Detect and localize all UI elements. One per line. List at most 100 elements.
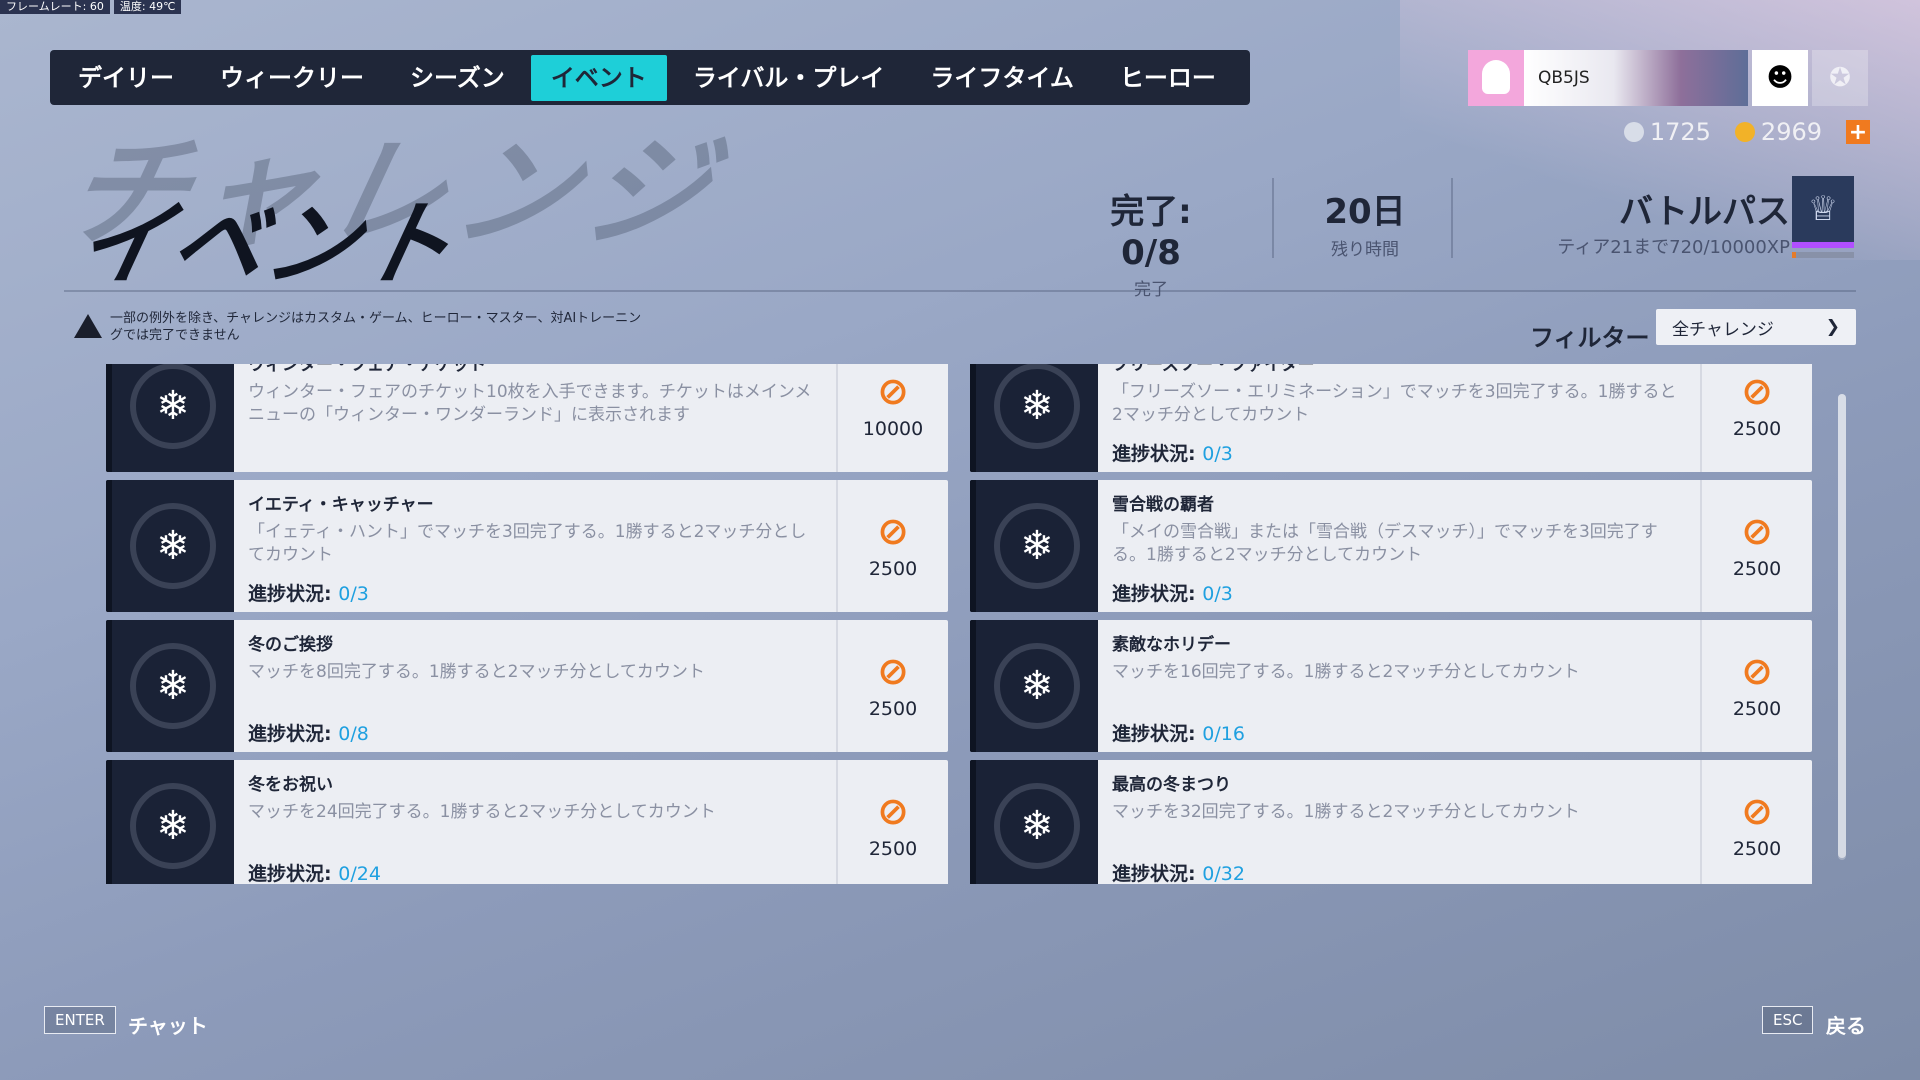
time-remaining-label: 残り時間	[1331, 240, 1399, 260]
temperature-readout: 温度: 49℃	[113, 0, 182, 14]
challenge-reward: ⊘ 10000	[836, 364, 948, 472]
esc-key[interactable]: ESC	[1762, 1006, 1814, 1034]
challenge-body: 素敵なホリデー マッチを16回完了する。1勝すると2マッチ分としてカウント 進捗状況…	[1098, 620, 1700, 752]
progress-label: 進捗状況:	[248, 583, 332, 605]
challenge-title: 素敵なホリデー	[1112, 635, 1231, 655]
reward-value: 2500	[1732, 418, 1782, 440]
progress-label: 進捗状況:	[1112, 583, 1196, 605]
challenge-title: ウィンター・フェア・チケット	[248, 364, 486, 375]
challenge-title: 冬のご挨拶	[248, 635, 333, 655]
time-remaining-stat: 20日 残り時間	[1310, 184, 1420, 260]
challenge-card[interactable]: ❄ 冬をお祝い マッチを24回完了する。1勝すると2マッチ分としてカウント 進捗状況:…	[106, 760, 948, 884]
challenge-card[interactable]: ❄ 最高の冬まつり マッチを32回完了する。1勝すると2マッチ分としてカウント 進捗状…	[970, 760, 1812, 884]
tab-hero[interactable]: ヒーロー	[1100, 55, 1236, 101]
snowflake-icon: ❄	[994, 783, 1080, 869]
xp-shield-icon: ⊘	[1741, 789, 1773, 833]
tab-season[interactable]: シーズン	[390, 55, 525, 101]
completion-label: 完了	[1134, 280, 1168, 300]
snowflake-icon: ❄	[130, 783, 216, 869]
xp-shield-icon: ⊘	[877, 789, 909, 833]
notice-text: 一部の例外を除き、チャレンジはカスタム・ゲーム、ヒーロー・マスター、対AIトレー…	[110, 311, 642, 343]
progress-value: 0/3	[1202, 443, 1233, 465]
player-name[interactable]: QB5JS	[1524, 50, 1748, 106]
battlepass-tier-icon[interactable]: ♕	[1792, 176, 1854, 248]
challenge-body: 冬のご挨拶マッチを8回完了する。1勝すると2マッチ分としてカウント 進捗状況: 0…	[234, 620, 836, 752]
tab-weekly[interactable]: ウィークリー	[200, 55, 384, 101]
tab-rival-play[interactable]: ライバル・プレイ	[673, 55, 905, 101]
progress-label: 進捗状況:	[1112, 443, 1196, 465]
scrollbar[interactable]	[1838, 394, 1846, 860]
challenge-body: 最高の冬まつり マッチを32回完了する。1勝すると2マッチ分としてカウント 進捗状況…	[1098, 760, 1700, 884]
add-currency-button[interactable]: +	[1846, 120, 1870, 145]
challenge-card[interactable]: ❄ 素敵なホリデー マッチを16回完了する。1勝すると2マッチ分としてカウント 進捗状…	[970, 620, 1812, 752]
progress-value: 0/16	[1202, 723, 1245, 745]
snowflake-icon: ❄	[994, 364, 1080, 449]
challenge-icon-panel: ❄	[970, 620, 1098, 752]
xp-shield-icon: ⊘	[1741, 369, 1773, 413]
challenge-icon-panel: ❄	[970, 480, 1098, 612]
scrollbar-thumb[interactable]	[1838, 394, 1846, 858]
warning-icon	[74, 314, 102, 338]
progress-value: 0/32	[1202, 863, 1245, 884]
reward-value: 2500	[1732, 838, 1782, 860]
challenge-progress: 進捗状況: 0/3	[1112, 439, 1233, 466]
player-profile[interactable]: QB5JS ☻ ✪	[1468, 50, 1868, 107]
challenge-icon-panel: ❄	[970, 364, 1098, 472]
chevron-down-icon: ❯	[1825, 317, 1840, 337]
xp-shield-icon: ⊘	[877, 649, 909, 693]
xp-shield-icon: ⊘	[877, 369, 909, 413]
challenge-card[interactable]: ❄ ウィンター・フェア・チケットウィンター・フェアのチケット10枚を入手できます。…	[106, 364, 948, 472]
stat-divider	[1451, 178, 1453, 258]
challenge-icon-panel: ❄	[106, 480, 234, 612]
avatar[interactable]	[1468, 50, 1524, 106]
divider	[64, 290, 1856, 292]
xp-shield-icon: ⊘	[1741, 509, 1773, 553]
page-title: イベント	[66, 191, 466, 298]
social-icon[interactable]: ☻	[1752, 50, 1808, 106]
progress-value: 0/8	[338, 723, 369, 745]
challenge-card[interactable]: ❄ フリーズソー・ファイター 「フリーズソー・エリミネーション」でマッチを3回完了す…	[970, 364, 1812, 472]
challenge-reward: ⊘ 2500	[1700, 760, 1812, 884]
challenge-progress: 進捗状況: 0/3	[248, 579, 369, 606]
challenge-progress: 進捗状況: 0/16	[1112, 719, 1245, 746]
challenge-icon-panel: ❄	[106, 364, 234, 472]
challenge-description: マッチを8回完了する。1勝すると2マッチ分としてカウント	[248, 662, 705, 682]
challenge-reward: ⊘ 2500	[836, 760, 948, 884]
stat-divider	[1272, 178, 1274, 258]
challenge-icon-panel: ❄	[106, 620, 234, 752]
challenge-reward: ⊘ 2500	[836, 620, 948, 752]
battlepass-progress-fill	[1792, 252, 1797, 258]
challenge-progress: 進捗状況: 0/24	[248, 859, 381, 884]
currency-bar: 1725 2969 +	[1623, 118, 1870, 146]
badge-icon[interactable]: ✪	[1812, 50, 1868, 106]
coins-value: 2969	[1760, 118, 1822, 146]
filter-dropdown[interactable]: 全チャレンジ ❯	[1656, 309, 1856, 345]
completion-stat: 完了: 0/8 完了	[1076, 184, 1226, 300]
challenge-description: 「フリーズソー・エリミネーション」でマッチを3回完了する。1勝すると2マッチ分と…	[1112, 382, 1677, 425]
challenge-reward: ⊘ 2500	[1700, 620, 1812, 752]
snowflake-icon: ❄	[994, 643, 1080, 729]
enter-key[interactable]: ENTER	[44, 1006, 116, 1034]
tab-lifetime[interactable]: ライフタイム	[910, 55, 1094, 101]
challenge-description: マッチを32回完了する。1勝すると2マッチ分としてカウント	[1112, 802, 1580, 822]
challenge-list[interactable]: ❄ ウィンター・フェア・チケットウィンター・フェアのチケット10枚を入手できます。…	[106, 364, 1812, 884]
challenge-card[interactable]: ❄ 冬のご挨拶マッチを8回完了する。1勝すると2マッチ分としてカウント 進捗状況: …	[106, 620, 948, 752]
reward-value: 2500	[1732, 558, 1782, 580]
challenge-card[interactable]: ❄ 雪合戦の覇者 「メイの雪合戦」または「雪合戦（デスマッチ）」でマッチを3回完了す…	[970, 480, 1812, 612]
reward-value: 2500	[868, 698, 918, 720]
tab-event[interactable]: イベント	[530, 54, 667, 101]
progress-value: 0/3	[338, 583, 369, 605]
challenge-description: ウィンター・フェアのチケット10枚を入手できます。チケットはメインメニューの「ウ…	[248, 382, 812, 425]
back-label[interactable]: 戻る	[1826, 1010, 1866, 1039]
challenge-description: マッチを24回完了する。1勝すると2マッチ分としてカウント	[248, 802, 716, 822]
challenge-card[interactable]: ❄ イエティ・キャッチャー 「イェティ・ハント」でマッチを3回完了する。1勝すると2…	[106, 480, 948, 612]
challenge-icon-panel: ❄	[970, 760, 1098, 884]
progress-label: 進捗状況:	[1112, 723, 1196, 745]
battlepass-info: バトルパス ティア21まで720/10000XP	[1557, 184, 1790, 259]
credits-value: 1725	[1649, 118, 1711, 146]
tab-daily[interactable]: デイリー	[58, 55, 194, 101]
progress-value: 0/24	[338, 863, 381, 884]
chat-label[interactable]: チャット	[128, 1010, 208, 1039]
progress-label: 進捗状況:	[248, 723, 332, 745]
challenge-body: イエティ・キャッチャー 「イェティ・ハント」でマッチを3回完了する。1勝すると2マ…	[234, 480, 836, 612]
